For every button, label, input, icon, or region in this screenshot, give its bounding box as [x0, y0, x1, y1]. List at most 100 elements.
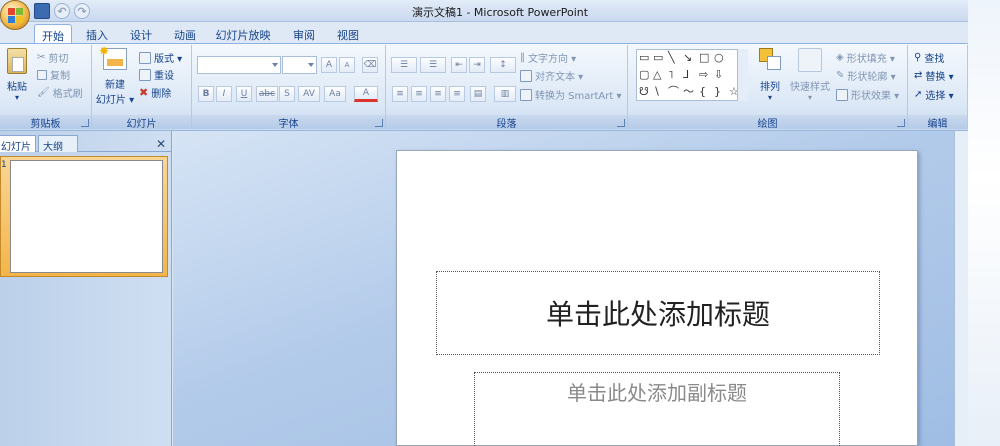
grow-font-button[interactable]: A: [321, 57, 337, 73]
tab-outline[interactable]: 大纲: [38, 135, 78, 153]
bold-button[interactable]: B: [198, 86, 214, 102]
justify-icon[interactable]: ≡: [449, 86, 465, 102]
quick-styles-icon: [798, 48, 822, 72]
shapes-scrollbar[interactable]: [737, 49, 748, 101]
reset-button[interactable]: 重设: [139, 67, 174, 82]
align-right-icon[interactable]: ≡: [430, 86, 446, 102]
elbow-arrow-shape-icon[interactable]: ⅃: [683, 69, 689, 81]
char-spacing-button[interactable]: AV: [298, 86, 320, 102]
elbow-connector-shape-icon[interactable]: ˥: [668, 69, 673, 81]
paint-bucket-icon: ◈: [836, 52, 844, 63]
vertical-scrollbar[interactable]: [954, 131, 968, 446]
layout-button[interactable]: 版式 ▾: [139, 50, 182, 65]
group-label-font: 字体: [192, 115, 385, 130]
left-brace-shape-icon[interactable]: {: [699, 86, 706, 98]
title-bar: ↶ ↷ 演示文稿1 - Microsoft PowerPoint: [0, 0, 1000, 22]
tab-view[interactable]: 视图: [333, 24, 363, 44]
line-spacing-icon[interactable]: ↕: [490, 57, 516, 73]
quick-styles-button[interactable]: 快速样式 ▾: [788, 48, 832, 102]
delete-slide-button[interactable]: ✖ 删除: [139, 85, 171, 100]
tab-slides[interactable]: 幻灯片: [0, 135, 36, 153]
italic-button[interactable]: I: [216, 86, 232, 102]
underline-button[interactable]: U: [236, 86, 252, 102]
close-icon[interactable]: ✕: [156, 137, 166, 151]
copy-button[interactable]: 复制: [37, 67, 70, 82]
text-direction-button[interactable]: ‖ 文字方向 ▾: [520, 50, 576, 65]
tab-slideshow[interactable]: 幻灯片放映: [213, 24, 273, 44]
clear-format-icon[interactable]: ⌫: [362, 57, 378, 73]
format-painter-button[interactable]: 🖌 格式刷: [37, 85, 83, 100]
scissors-icon: ✂: [37, 52, 46, 63]
ribbon-tabs: 开始 插入 设计 动画 幻灯片放映 审阅 视图: [0, 22, 1000, 44]
numbering-icon[interactable]: ☰: [420, 57, 446, 73]
align-center-icon[interactable]: ≡: [411, 86, 427, 102]
chevron-down-icon: [272, 63, 278, 67]
tab-review[interactable]: 审阅: [289, 24, 319, 44]
textbox-shape-icon[interactable]: ▭: [639, 52, 649, 64]
slide-thumbnail[interactable]: [10, 160, 163, 273]
pane-tabs: 幻灯片 大纲 ✕: [0, 135, 172, 153]
group-label-clipboard: 剪贴板: [0, 115, 91, 130]
wave-shape-icon[interactable]: 〜: [683, 86, 694, 98]
strikethrough-button[interactable]: abc: [256, 86, 278, 102]
shape-outline-button[interactable]: ✎ 形状轮廓 ▾: [836, 68, 896, 83]
convert-smartart-button[interactable]: 转换为 SmartArt ▾: [520, 87, 622, 102]
group-label-slides: 幻灯片: [92, 115, 191, 130]
decrease-indent-icon[interactable]: ⇤: [451, 57, 467, 73]
distribute-icon[interactable]: ▤: [470, 86, 486, 102]
group-label-paragraph: 段落: [386, 115, 627, 130]
curve-shape-icon[interactable]: ∖: [653, 86, 660, 98]
arrange-icon: [759, 48, 781, 72]
dialog-launcher-icon[interactable]: [617, 119, 625, 127]
triangle-shape-icon[interactable]: △: [653, 69, 661, 81]
align-text-button[interactable]: 对齐文本 ▾: [520, 68, 583, 83]
cursor-icon: ➚: [914, 89, 923, 100]
tab-design[interactable]: 设计: [126, 24, 156, 44]
paste-button[interactable]: 粘贴 ▾: [3, 48, 31, 102]
dialog-launcher-icon[interactable]: [375, 119, 383, 127]
oval-shape-icon[interactable]: ○: [714, 52, 724, 64]
shadow-button[interactable]: S: [279, 86, 295, 102]
rounded-rect-shape-icon[interactable]: ▢: [639, 69, 649, 81]
tab-insert[interactable]: 插入: [82, 24, 112, 44]
select-button[interactable]: ➚ 选择 ▾: [914, 87, 954, 102]
increase-indent-icon[interactable]: ⇥: [469, 57, 485, 73]
font-color-button[interactable]: A: [354, 86, 378, 102]
arrow-line-shape-icon[interactable]: ↘: [683, 52, 692, 64]
shape-fill-button[interactable]: ◈ 形状填充 ▾: [836, 50, 895, 65]
font-name-combo[interactable]: [197, 56, 281, 74]
arc-shape-icon[interactable]: ⌒: [668, 86, 679, 98]
shrink-font-button[interactable]: A: [339, 57, 355, 73]
subtitle-placeholder[interactable]: 单击此处添加副标题: [474, 372, 840, 446]
dialog-launcher-icon[interactable]: [897, 119, 905, 127]
bullets-icon[interactable]: ☰: [391, 57, 417, 73]
binoculars-icon: ⚲: [914, 52, 922, 63]
arrange-button[interactable]: 排列 ▾: [754, 48, 786, 102]
down-arrow-shape-icon[interactable]: ⇩: [714, 69, 723, 81]
replace-button[interactable]: ⇄ 替换 ▾: [914, 68, 954, 83]
change-case-button[interactable]: Aa: [324, 86, 346, 102]
right-arrow-shape-icon[interactable]: ⇨: [699, 69, 708, 81]
window-title: 演示文稿1 - Microsoft PowerPoint: [411, 6, 589, 19]
freeform-shape-icon[interactable]: ☋: [639, 86, 649, 98]
title-placeholder[interactable]: 单击此处添加标题: [436, 271, 880, 355]
right-brace-shape-icon[interactable]: }: [714, 86, 721, 98]
new-slide-button[interactable]: ✸ 新建 幻灯片 ▾: [95, 44, 135, 106]
shape-effects-button[interactable]: 形状效果 ▾: [836, 87, 899, 102]
find-button[interactable]: ⚲ 查找: [914, 50, 944, 65]
dialog-launcher-icon[interactable]: [81, 119, 89, 127]
group-label-editing: 编辑: [908, 115, 967, 130]
office-button[interactable]: [0, 0, 30, 30]
shapes-gallery[interactable]: ▭ ▭ ╲ ↘ □ ○ ▢ △ ˥ ⅃ ⇨ ⇩ ☋ ∖ ⌒ 〜 { } ☆: [636, 49, 748, 101]
align-left-icon[interactable]: ≡: [392, 86, 408, 102]
rectangle-shape-icon[interactable]: □: [699, 52, 709, 64]
columns-icon[interactable]: ▥: [494, 86, 516, 102]
cut-button[interactable]: ✂ 剪切: [37, 50, 68, 65]
tab-home[interactable]: 开始: [34, 24, 72, 44]
effects-icon: [836, 88, 848, 101]
tab-animation[interactable]: 动画: [170, 24, 200, 44]
font-size-combo[interactable]: [282, 56, 317, 74]
vertical-textbox-shape-icon[interactable]: ▭: [653, 52, 663, 64]
line-shape-icon[interactable]: ╲: [668, 52, 675, 64]
group-label-drawing: 绘图: [628, 115, 907, 130]
